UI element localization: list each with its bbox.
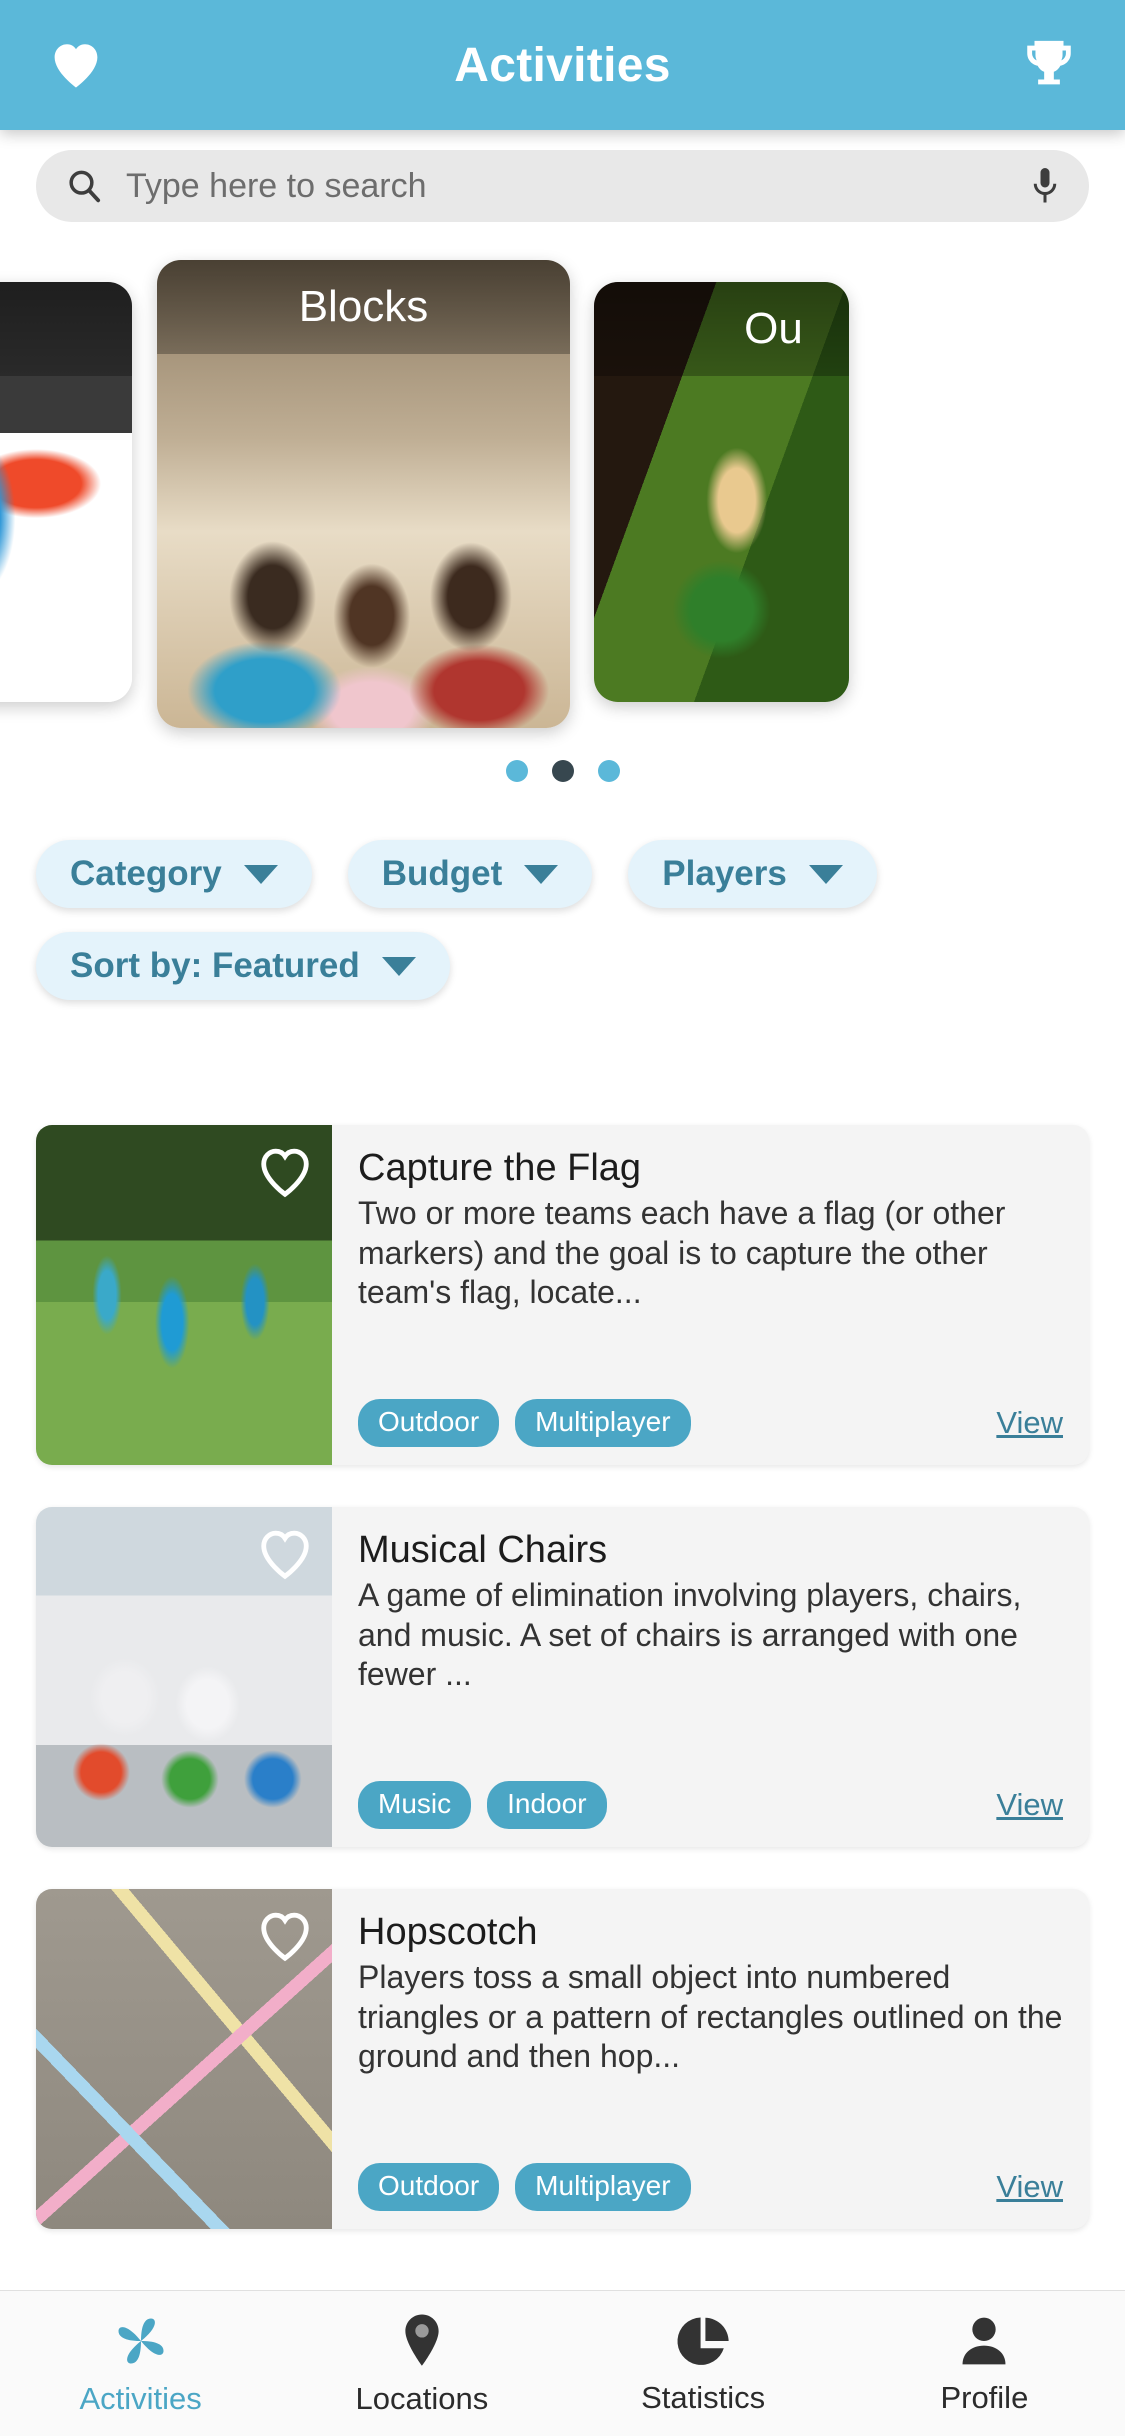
slide-caption: Ou	[744, 304, 803, 353]
activity-card[interactable]: Musical Chairs A game of elimination inv…	[36, 1507, 1089, 1847]
search-bar[interactable]: Type here to search	[36, 150, 1089, 222]
activity-details: Musical Chairs A game of elimination inv…	[332, 1507, 1089, 1847]
activity-description: A game of elimination involving players,…	[358, 1577, 1022, 1693]
activity-details: Capture the Flag Two or more teams each …	[332, 1125, 1089, 1465]
activity-title: Musical Chairs	[358, 1529, 608, 1571]
nav-label: Activities	[79, 2380, 202, 2416]
pinwheel-icon	[118, 2318, 164, 2363]
heart-outline-icon[interactable]	[256, 1909, 314, 1963]
activity-description: Two or more teams each have a flag (or o…	[358, 1195, 1006, 1311]
activity-tag[interactable]: Multiplayer	[515, 1399, 691, 1447]
view-link[interactable]: View	[996, 1787, 1063, 1823]
filter-sort-by-label: Sort by: Featured	[70, 946, 360, 985]
activity-list: Capture the Flag Two or more teams each …	[0, 1125, 1125, 2271]
heart-outline-icon[interactable]	[256, 1145, 314, 1199]
carousel-slide-active[interactable]: Blocks	[157, 260, 570, 728]
slide-caption: Blocks	[298, 282, 429, 331]
featured-carousel[interactable]: Blocks Ou	[0, 260, 1125, 730]
nav-item-profile[interactable]: Profile	[844, 2312, 1125, 2416]
carousel-pagination[interactable]	[0, 760, 1125, 782]
filter-category[interactable]: Category	[36, 840, 312, 908]
microphone-icon[interactable]	[1027, 164, 1063, 208]
map-pin-icon	[405, 2313, 439, 2366]
activity-card[interactable]: Capture the Flag Two or more teams each …	[36, 1125, 1089, 1465]
pagination-dot-3[interactable]	[597, 760, 620, 782]
filter-sort-by[interactable]: Sort by: Featured	[36, 932, 450, 1000]
chevron-down-icon	[381, 956, 416, 976]
activity-tag[interactable]: Outdoor	[358, 1399, 500, 1447]
favorites-button[interactable]	[38, 27, 114, 103]
achievements-button[interactable]	[1011, 27, 1087, 103]
slide-caption-overlay: Ou	[594, 282, 849, 376]
activity-footer: Outdoor Multiplayer View	[358, 2163, 1063, 2211]
chevron-down-icon	[524, 864, 559, 884]
app-screen: Activities Type here to search Blocks Ou…	[0, 0, 1125, 2436]
activity-thumbnail	[36, 1507, 332, 1847]
heart-icon	[54, 44, 98, 88]
heart-outline-icon[interactable]	[256, 1527, 314, 1581]
activity-details: Hopscotch Players toss a small object in…	[332, 1889, 1089, 2229]
activity-tag[interactable]: Outdoor	[358, 2163, 500, 2211]
pie-chart-icon	[677, 2317, 729, 2365]
activity-card[interactable]: Hopscotch Players toss a small object in…	[36, 1889, 1089, 2229]
nav-label: Locations	[355, 2380, 489, 2416]
view-link[interactable]: View	[996, 2169, 1063, 2205]
activity-title: Capture the Flag	[358, 1147, 642, 1189]
activity-footer: Music Indoor View	[358, 1781, 1063, 1829]
filter-category-label: Category	[70, 854, 222, 893]
pagination-dot-1[interactable]	[505, 760, 528, 782]
activity-description: Players toss a small object into numbere…	[358, 1959, 1063, 2075]
trophy-icon	[1027, 40, 1071, 85]
activity-title: Hopscotch	[358, 1911, 538, 1953]
nav-item-locations[interactable]: Locations	[281, 2311, 562, 2417]
filter-budget-label: Budget	[381, 854, 503, 893]
app-header: Activities	[0, 0, 1125, 130]
activity-tag[interactable]: Indoor	[487, 1781, 607, 1829]
bottom-navigation: Activities Locations Statistics Profile	[0, 2290, 1125, 2436]
filter-players-label: Players	[662, 854, 787, 893]
slide-caption-overlay	[0, 282, 132, 376]
chevron-down-icon	[808, 864, 843, 884]
search-icon	[69, 170, 101, 203]
search-section: Type here to search	[0, 150, 1125, 222]
carousel-slide[interactable]	[0, 282, 132, 702]
filter-budget[interactable]: Budget	[347, 840, 593, 908]
activity-tag[interactable]: Multiplayer	[515, 2163, 691, 2211]
activity-footer: Outdoor Multiplayer View	[358, 1399, 1063, 1447]
search-input[interactable]: Type here to search	[126, 167, 1005, 206]
filter-bar: Category Budget Players Sort by: Feature…	[0, 840, 1125, 1000]
pagination-dot-2[interactable]	[551, 760, 574, 782]
filter-players[interactable]: Players	[628, 840, 877, 908]
nav-item-activities[interactable]: Activities	[0, 2311, 281, 2417]
activity-thumbnail	[36, 1889, 332, 2229]
nav-label: Profile	[940, 2379, 1029, 2415]
person-icon	[962, 2317, 1006, 2364]
nav-item-statistics[interactable]: Statistics	[563, 2312, 844, 2416]
activity-tag[interactable]: Music	[358, 1781, 472, 1829]
slide-caption-overlay: Blocks	[157, 260, 570, 354]
page-title: Activities	[454, 38, 671, 92]
activity-thumbnail	[36, 1125, 332, 1465]
chevron-down-icon	[243, 864, 278, 884]
nav-label: Statistics	[641, 2379, 766, 2415]
view-link[interactable]: View	[996, 1405, 1063, 1441]
carousel-slide[interactable]: Ou	[594, 282, 849, 702]
